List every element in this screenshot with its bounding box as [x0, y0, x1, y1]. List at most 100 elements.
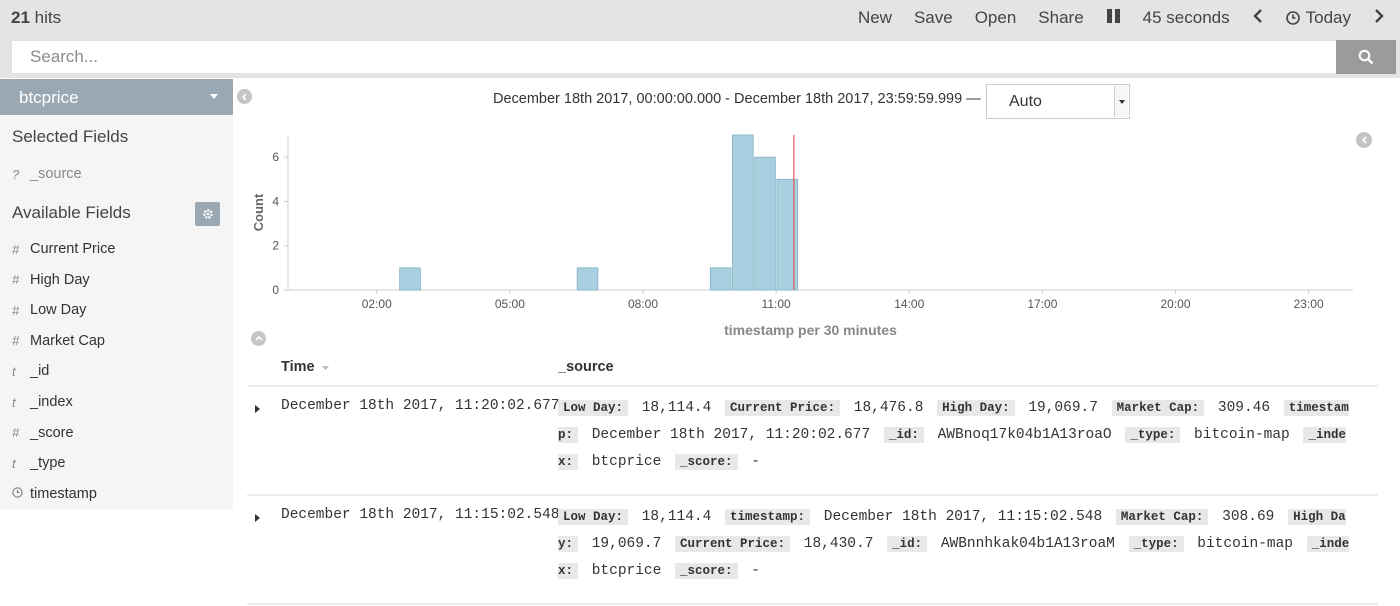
- field-settings-button[interactable]: [195, 202, 220, 226]
- interval-value: Auto: [1009, 93, 1042, 110]
- y-tick-label: 4: [272, 194, 279, 208]
- source-field-value: -: [751, 454, 760, 470]
- field-item[interactable]: timestamp: [12, 486, 97, 502]
- field-item[interactable]: # Market Cap: [12, 333, 105, 349]
- search-icon: [1358, 49, 1374, 65]
- x-tick-label: 14:00: [894, 297, 924, 311]
- source-field-key: Current Price:: [725, 400, 841, 416]
- field-name: _id: [30, 363, 50, 380]
- unknown-type-icon: ?: [12, 166, 20, 182]
- field-name: timestamp: [30, 485, 97, 502]
- x-tick-label: 17:00: [1027, 297, 1057, 311]
- field-name: High Day: [30, 271, 90, 288]
- chevron-left-icon[interactable]: [1241, 8, 1275, 28]
- index-pattern-selector[interactable]: btcprice: [0, 79, 233, 115]
- time-picker[interactable]: Today: [1275, 8, 1362, 28]
- source-field-value: bitcoin-map: [1197, 536, 1293, 552]
- time-label: Today: [1305, 8, 1351, 27]
- source-field-value: AWBnnhkak04b1A13roaM: [940, 536, 1115, 552]
- field-item[interactable]: # Current Price: [12, 241, 115, 257]
- x-tick-label: 05:00: [495, 297, 525, 311]
- source-field-value: btcprice: [591, 563, 662, 579]
- x-tick-label: 20:00: [1160, 297, 1190, 311]
- source-field-value: December 18th 2017, 11:20:02.677: [591, 427, 871, 443]
- open-button[interactable]: Open: [964, 8, 1028, 28]
- x-tick-label: 02:00: [362, 297, 392, 311]
- number-type-icon: #: [12, 272, 20, 288]
- gear-icon: [202, 209, 213, 219]
- number-type-icon: #: [12, 425, 20, 441]
- field-name: _source: [30, 166, 82, 182]
- source-field-key: Current Price:: [675, 536, 791, 552]
- source-field-key: _score:: [675, 563, 738, 579]
- row-time: December 18th 2017, 11:20:02.677: [281, 398, 560, 414]
- table-row[interactable]: December 18th 2017, 11:15:02.548 Low Day:…: [247, 496, 1378, 605]
- field-source[interactable]: ? _source: [12, 166, 82, 182]
- y-tick-label: 0: [272, 283, 279, 297]
- x-axis-title: timestamp per 30 minutes: [724, 322, 897, 338]
- column-header-source: _source: [558, 359, 614, 375]
- histogram-chart[interactable]: 0 2 4 6 02:00 05:00 08:00 11:00 14:00 17:00 20:00 2…: [245, 125, 1385, 345]
- field-name: _type: [30, 455, 66, 472]
- string-type-icon: t: [12, 394, 16, 410]
- sort-desc-icon[interactable]: [321, 365, 330, 371]
- source-field-key: timestamp:: [725, 509, 811, 525]
- table-row[interactable]: December 18th 2017, 11:20:02.677 Low Day:…: [247, 387, 1378, 496]
- search-bar: [0, 36, 1400, 78]
- search-input[interactable]: [11, 40, 1337, 74]
- field-item[interactable]: t _id: [12, 363, 49, 379]
- source-field-key: High Day:: [937, 400, 1015, 416]
- source-field-value: 19,069.7: [1028, 400, 1098, 416]
- field-item[interactable]: t _index: [12, 394, 73, 410]
- x-tick-label: 11:00: [762, 297, 791, 311]
- source-field-key: _id:: [887, 536, 928, 552]
- histogram-bar: [732, 134, 754, 291]
- source-field-value: btcprice: [591, 454, 662, 470]
- source-field-key: Low Day:: [558, 509, 629, 525]
- y-tick-label: 6: [272, 150, 279, 164]
- collapse-sidebar-button[interactable]: [237, 89, 252, 104]
- clock-icon: [1285, 11, 1300, 25]
- interval-select[interactable]: Auto: [986, 84, 1130, 119]
- field-item[interactable]: # Low Day: [12, 302, 86, 318]
- field-name: _index: [30, 394, 73, 410]
- column-time-label: Time: [281, 359, 315, 375]
- string-type-icon: t: [12, 455, 16, 471]
- source-field-value: bitcoin-map: [1194, 427, 1290, 443]
- refresh-interval[interactable]: 45 seconds: [1132, 8, 1241, 28]
- field-item[interactable]: # High Day: [12, 272, 90, 288]
- save-button[interactable]: Save: [903, 8, 964, 28]
- source-field-key: _type:: [1128, 536, 1184, 552]
- source-field-value: 18,430.7: [803, 536, 874, 552]
- histogram-bar: [754, 156, 776, 291]
- pause-icon[interactable]: [1095, 8, 1132, 28]
- share-button[interactable]: Share: [1027, 8, 1094, 28]
- x-tick-label: 08:00: [628, 297, 658, 311]
- source-field-key: _id:: [883, 427, 924, 443]
- row-source: Low Day: 18,114.4 timestamp: December 18…: [558, 504, 1366, 585]
- expand-row-icon[interactable]: [255, 405, 260, 413]
- new-button[interactable]: New: [847, 8, 903, 28]
- source-field-value: AWBnoq17k04b1A13roaO: [937, 427, 1112, 443]
- histogram-svg: 0 2 4 6 02:00 05:00 08:00 11:00 14:00 17:00 20:00 2…: [251, 134, 1353, 338]
- field-name: Market Cap: [30, 332, 105, 349]
- field-item[interactable]: t _type: [12, 455, 65, 471]
- clock-icon: [12, 486, 30, 501]
- source-field-value: December 18th 2017, 11:15:02.548: [823, 509, 1103, 525]
- source-field-value: -: [751, 563, 760, 579]
- source-field-value: 19,069.7: [591, 536, 662, 552]
- histogram-bar: [709, 267, 732, 291]
- field-item[interactable]: # _score: [12, 425, 74, 441]
- column-header-time[interactable]: Time: [281, 359, 330, 375]
- source-field-key: Market Cap:: [1111, 400, 1205, 416]
- source-field-key: Market Cap:: [1115, 509, 1209, 525]
- number-type-icon: #: [12, 302, 20, 318]
- hits-count: 21 hits: [11, 8, 62, 27]
- x-tick-label: 23:00: [1294, 297, 1324, 311]
- search-button[interactable]: [1336, 40, 1396, 74]
- histogram-bar: [399, 267, 421, 291]
- expand-row-icon[interactable]: [255, 514, 260, 522]
- chevron-right-icon[interactable]: [1362, 8, 1400, 28]
- top-nav: New Save Open Share 45 seconds Today: [847, 0, 1400, 36]
- source-field-value: 18,476.8: [853, 400, 924, 416]
